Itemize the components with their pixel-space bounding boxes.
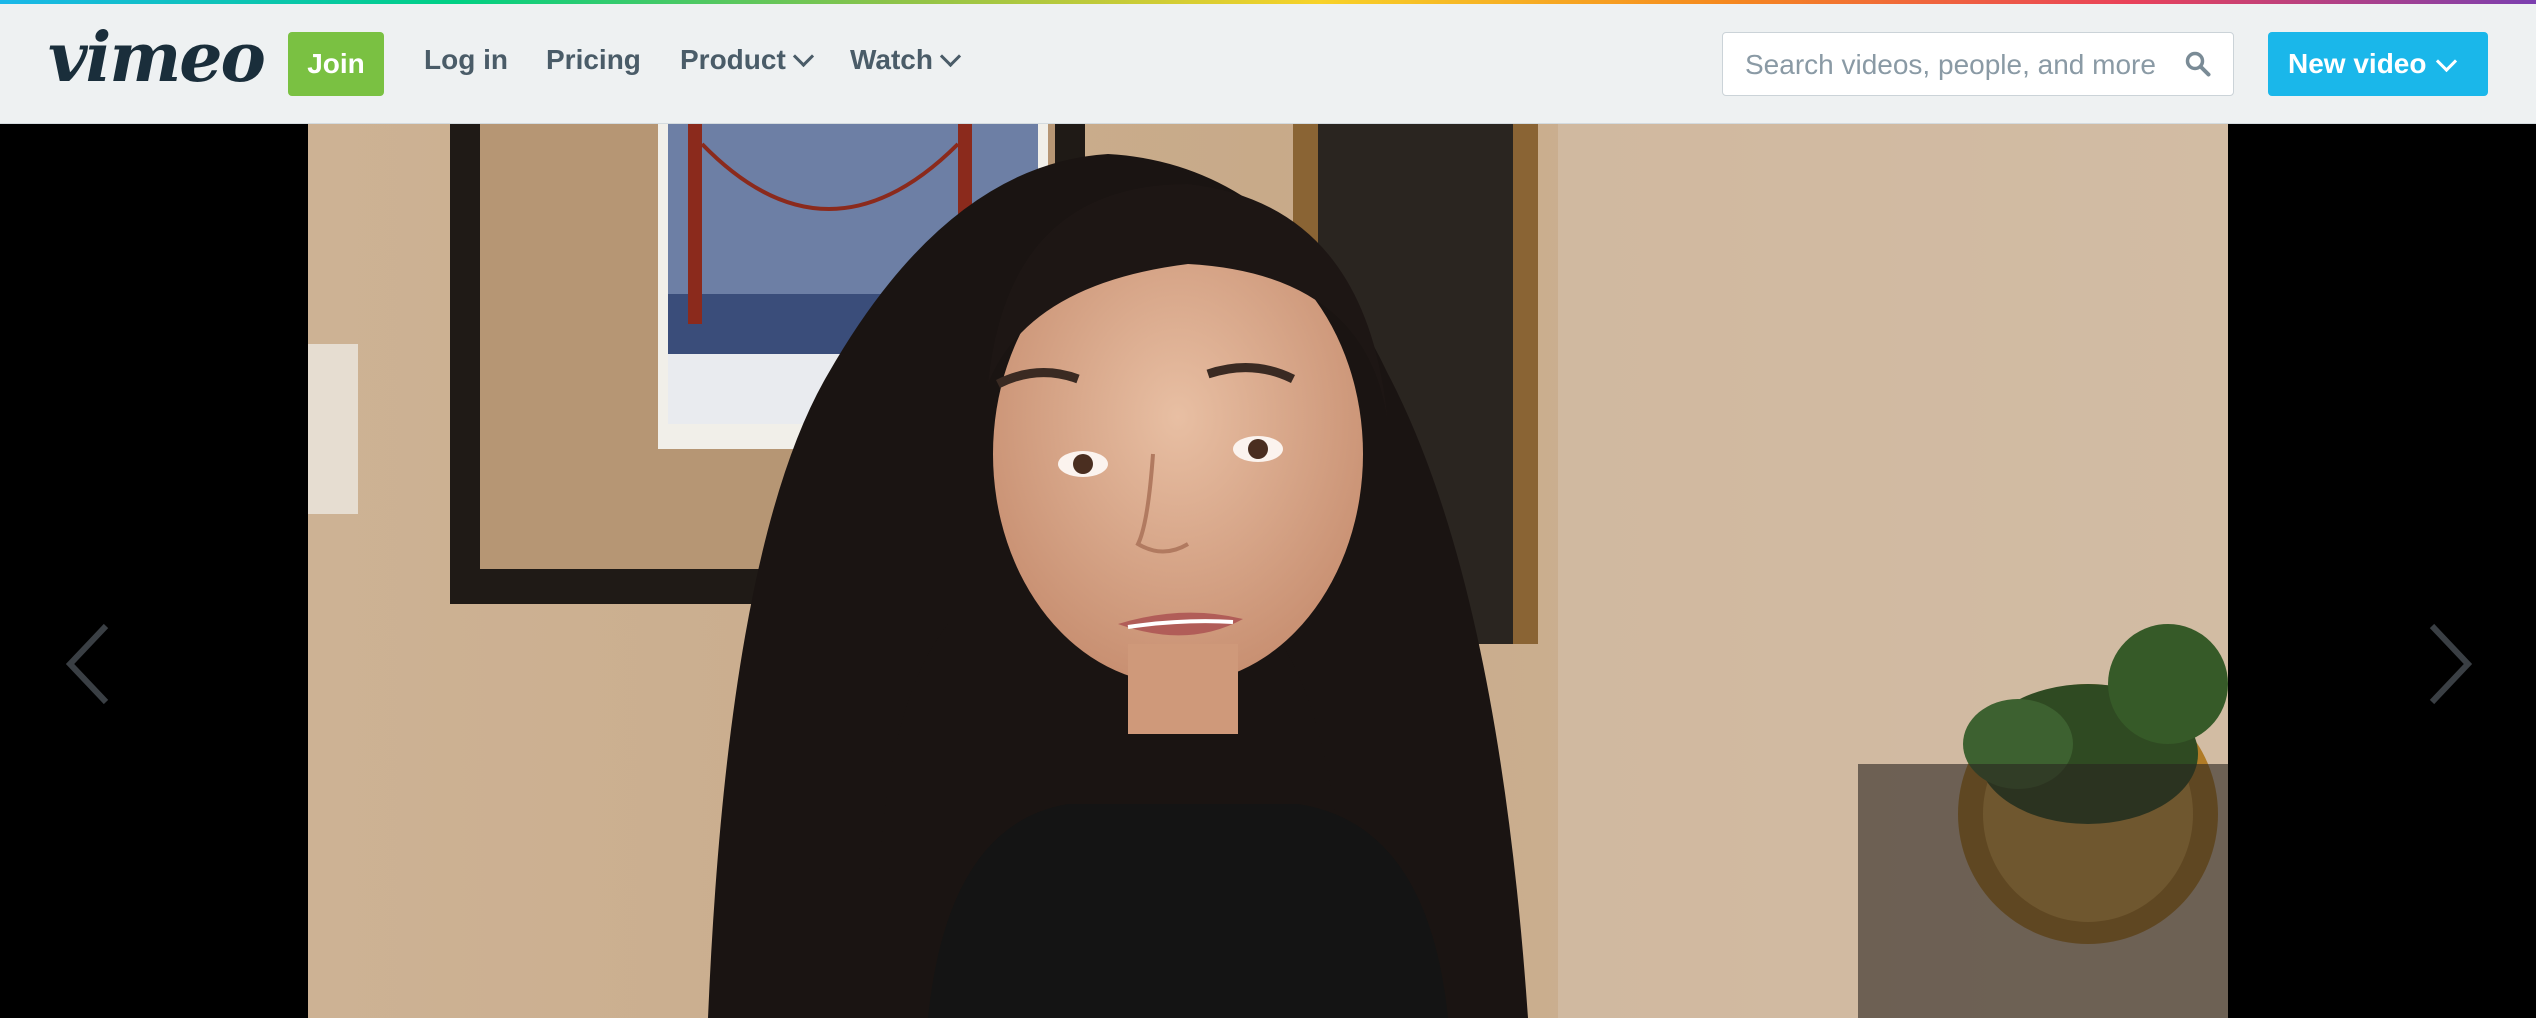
join-button[interactable]: Join — [288, 32, 384, 96]
new-video-label: New video — [2288, 48, 2427, 79]
pricing-link[interactable]: Pricing — [546, 44, 641, 76]
search-icon[interactable] — [2185, 51, 2211, 77]
product-label: Product — [680, 44, 786, 75]
search-box — [1722, 32, 2234, 97]
video-still-image — [308, 124, 2228, 1018]
login-link[interactable]: Log in — [424, 44, 508, 76]
watch-label: Watch — [850, 44, 933, 75]
video-player — [0, 124, 2536, 1018]
pricing-label: Pricing — [546, 44, 641, 75]
login-label: Log in — [424, 44, 508, 75]
previous-video-arrow-icon[interactable] — [58, 614, 118, 714]
new-video-button[interactable]: New video — [2268, 32, 2488, 96]
chevron-down-icon — [939, 45, 962, 67]
video-frame[interactable] — [308, 124, 2228, 1018]
vimeo-logo[interactable]: vimeo — [48, 18, 266, 98]
product-menu[interactable]: Product — [680, 44, 814, 76]
watch-menu[interactable]: Watch — [850, 44, 962, 76]
top-navigation-bar: vimeo Join Log in Pricing Product Watch … — [0, 4, 2536, 124]
search-input[interactable] — [1743, 33, 2177, 97]
chevron-down-icon — [792, 45, 814, 67]
chevron-down-icon — [2435, 50, 2458, 73]
next-video-arrow-icon[interactable] — [2420, 614, 2480, 714]
